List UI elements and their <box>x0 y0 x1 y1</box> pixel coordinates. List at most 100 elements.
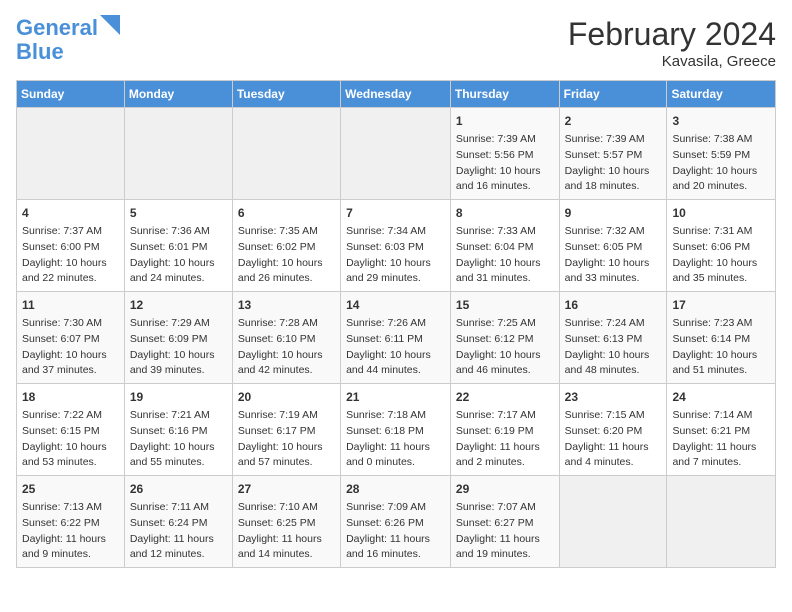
day-info: Daylight: 11 hours <box>456 532 554 548</box>
calendar-cell: 26Sunrise: 7:11 AMSunset: 6:24 PMDayligh… <box>124 476 232 568</box>
day-info: Daylight: 11 hours <box>456 440 554 456</box>
day-info: Sunset: 6:19 PM <box>456 424 554 440</box>
calendar-cell: 25 Sunrise: 7:13 AMSunset: 6:22 PMDayligh… <box>17 476 125 568</box>
calendar-cell: 4Sunrise: 7:37 AMSunset: 6:00 PMDaylight… <box>17 200 125 292</box>
day-info: and 7 minutes. <box>672 455 770 471</box>
day-info: Sunset: 6:10 PM <box>238 332 335 348</box>
day-number: 1 <box>456 112 554 130</box>
day-info: Sunrise: 7:34 AM <box>346 224 445 240</box>
day-info: and 46 minutes. <box>456 363 554 379</box>
weekday-header: Saturday <box>667 81 776 108</box>
day-info: Sunset: 6:18 PM <box>346 424 445 440</box>
day-number: 25 <box>22 480 119 498</box>
day-info: and 16 minutes. <box>346 547 445 563</box>
day-info: and 44 minutes. <box>346 363 445 379</box>
day-number: 27 <box>238 480 335 498</box>
day-info: Sunset: 6:25 PM <box>238 516 335 532</box>
day-info: Sunset: 6:22 PM <box>22 516 119 532</box>
day-info: Sunset: 5:56 PM <box>456 148 554 164</box>
calendar-cell: 22 Sunrise: 7:17 AMSunset: 6:19 PMDayligh… <box>450 384 559 476</box>
day-info: Sunset: 6:01 PM <box>130 240 227 256</box>
calendar-cell: 5Sunrise: 7:36 AMSunset: 6:01 PMDaylight… <box>124 200 232 292</box>
day-number: 6 <box>238 204 335 222</box>
day-number: 13 <box>238 296 335 314</box>
day-number: 10 <box>672 204 770 222</box>
day-info: Daylight: 10 hours <box>22 256 119 272</box>
calendar-cell: 11Sunrise: 7:30 AMSunset: 6:07 PMDayligh… <box>17 292 125 384</box>
day-info: Daylight: 11 hours <box>22 532 119 548</box>
day-info: Daylight: 10 hours <box>565 256 662 272</box>
day-number: 29 <box>456 480 554 498</box>
day-info: and 16 minutes. <box>456 179 554 195</box>
calendar-cell: 27 Sunrise: 7:10 AMSunset: 6:25 PMDayligh… <box>232 476 340 568</box>
calendar-cell: 1Sunrise: 7:39 AMSunset: 5:56 PMDaylight… <box>450 108 559 200</box>
day-info: Daylight: 11 hours <box>346 440 445 456</box>
day-info: Sunset: 6:07 PM <box>22 332 119 348</box>
day-info: Sunrise: 7:13 AM <box>22 500 119 516</box>
day-info: Sunset: 6:06 PM <box>672 240 770 256</box>
day-info: Sunrise: 7:26 AM <box>346 316 445 332</box>
day-info: Sunrise: 7:30 AM <box>22 316 119 332</box>
day-info: Sunrise: 7:10 AM <box>238 500 335 516</box>
day-info: Sunrise: 7:11 AM <box>130 500 227 516</box>
day-info: and 4 minutes. <box>565 455 662 471</box>
calendar-cell <box>667 476 776 568</box>
day-info: Sunset: 6:13 PM <box>565 332 662 348</box>
day-info: Sunrise: 7:24 AM <box>565 316 662 332</box>
calendar-cell: 7Sunrise: 7:34 AMSunset: 6:03 PMDaylight… <box>341 200 451 292</box>
day-info: Sunrise: 7:15 AM <box>565 408 662 424</box>
day-info: Daylight: 10 hours <box>346 256 445 272</box>
day-info: Sunrise: 7:09 AM <box>346 500 445 516</box>
day-info: and 26 minutes. <box>238 271 335 287</box>
page-header: General Blue February 2024 Kavasila, Gre… <box>16 16 776 70</box>
calendar-table: SundayMondayTuesdayWednesdayThursdayFrid… <box>16 80 776 568</box>
day-info: Sunset: 6:11 PM <box>346 332 445 348</box>
day-info: Sunset: 6:24 PM <box>130 516 227 532</box>
day-info: Sunrise: 7:28 AM <box>238 316 335 332</box>
calendar-cell: 10Sunrise: 7:31 AMSunset: 6:06 PMDayligh… <box>667 200 776 292</box>
day-info: Daylight: 11 hours <box>565 440 662 456</box>
calendar-subtitle: Kavasila, Greece <box>568 53 776 70</box>
calendar-cell: 20Sunrise: 7:19 AMSunset: 6:17 PMDayligh… <box>232 384 340 476</box>
day-info: Sunrise: 7:37 AM <box>22 224 119 240</box>
day-number: 7 <box>346 204 445 222</box>
calendar-cell <box>124 108 232 200</box>
day-info: Daylight: 10 hours <box>130 440 227 456</box>
day-info: and 9 minutes. <box>22 547 119 563</box>
calendar-cell <box>17 108 125 200</box>
day-info: and 0 minutes. <box>346 455 445 471</box>
calendar-cell <box>341 108 451 200</box>
day-info: and 18 minutes. <box>565 179 662 195</box>
day-info: Sunset: 6:20 PM <box>565 424 662 440</box>
calendar-cell: 13Sunrise: 7:28 AMSunset: 6:10 PMDayligh… <box>232 292 340 384</box>
day-info: Sunset: 6:26 PM <box>346 516 445 532</box>
day-info: Sunrise: 7:07 AM <box>456 500 554 516</box>
day-info: and 55 minutes. <box>130 455 227 471</box>
calendar-week-row: 1Sunrise: 7:39 AMSunset: 5:56 PMDaylight… <box>17 108 776 200</box>
day-info: and 12 minutes. <box>130 547 227 563</box>
day-info: and 14 minutes. <box>238 547 335 563</box>
day-info: Sunset: 6:12 PM <box>456 332 554 348</box>
day-info: Daylight: 11 hours <box>238 532 335 548</box>
day-info: and 24 minutes. <box>130 271 227 287</box>
day-info: and 29 minutes. <box>346 271 445 287</box>
day-number: 2 <box>565 112 662 130</box>
calendar-cell: 3Sunrise: 7:38 AMSunset: 5:59 PMDaylight… <box>667 108 776 200</box>
day-info: Sunset: 6:21 PM <box>672 424 770 440</box>
calendar-week-row: 11Sunrise: 7:30 AMSunset: 6:07 PMDayligh… <box>17 292 776 384</box>
day-number: 22 <box>456 388 554 406</box>
day-info: and 33 minutes. <box>565 271 662 287</box>
day-info: and 57 minutes. <box>238 455 335 471</box>
calendar-cell: 2Sunrise: 7:39 AMSunset: 5:57 PMDaylight… <box>559 108 667 200</box>
day-info: and 35 minutes. <box>672 271 770 287</box>
day-info: Daylight: 10 hours <box>565 164 662 180</box>
day-info: and 31 minutes. <box>456 271 554 287</box>
day-info: and 39 minutes. <box>130 363 227 379</box>
day-number: 15 <box>456 296 554 314</box>
day-info: and 48 minutes. <box>565 363 662 379</box>
day-info: Sunrise: 7:17 AM <box>456 408 554 424</box>
weekday-header: Sunday <box>17 81 125 108</box>
day-number: 14 <box>346 296 445 314</box>
calendar-title: February 2024 <box>568 16 776 53</box>
day-number: 19 <box>130 388 227 406</box>
